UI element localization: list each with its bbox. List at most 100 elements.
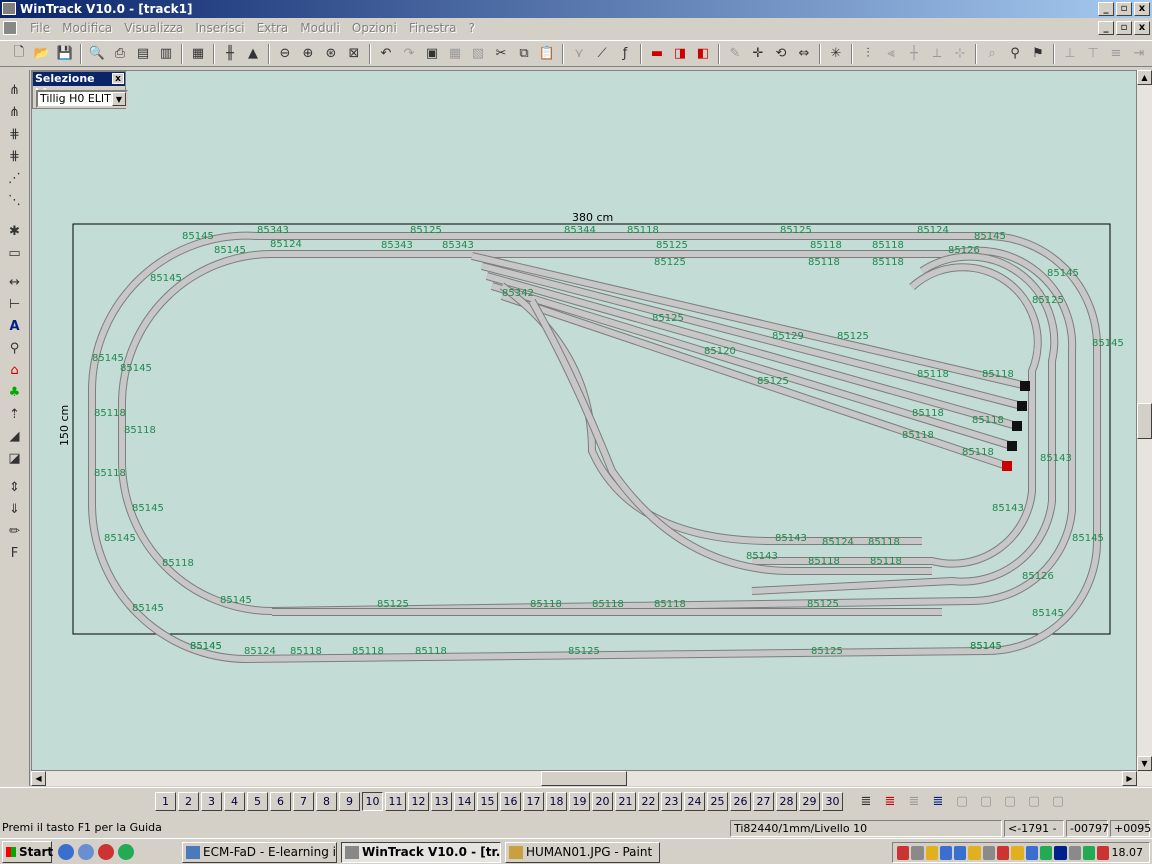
zoom-window-icon[interactable]: ⊛	[320, 43, 342, 65]
tray-icon[interactable]	[968, 845, 981, 860]
layers-stack-icon[interactable]: ≣	[927, 791, 949, 813]
scroll-up-arrow[interactable]: ▲	[1137, 70, 1152, 85]
print-preview-icon[interactable]: 🔍	[86, 43, 108, 65]
split-icon[interactable]: ┼	[903, 43, 925, 65]
menu-help[interactable]: ?	[462, 21, 480, 35]
mirror-icon[interactable]: ⇔	[793, 43, 815, 65]
tray-icon[interactable]	[1011, 845, 1024, 860]
layer-view3-icon[interactable]: ▢	[999, 791, 1021, 813]
layer-button[interactable]: 4	[224, 792, 245, 811]
doc-maximize-button[interactable]: ▫	[1116, 21, 1132, 35]
task-paint[interactable]: HUMAN01.JPG - Paint	[505, 842, 660, 863]
tool-terrain-icon[interactable]: ◢	[4, 426, 26, 447]
wintrack-app-icon[interactable]	[2, 2, 16, 15]
new-icon[interactable]: 🗋	[8, 43, 30, 65]
layer-button-active[interactable]: 10	[362, 792, 383, 811]
menu-visualizza[interactable]: Visualizza	[118, 21, 189, 35]
track-canvas[interactable]: 85145 85343 85125 85344 85118 85125 8512…	[31, 70, 1137, 771]
menu-file[interactable]: File	[24, 21, 56, 35]
signal2-icon[interactable]: ⚑	[1027, 43, 1049, 65]
layer-button[interactable]: 25	[707, 792, 728, 811]
layer-button[interactable]: 9	[339, 792, 360, 811]
layer-view5-icon[interactable]: ▢	[1047, 791, 1069, 813]
menu-modifica[interactable]: Modifica	[56, 21, 118, 35]
tool-height-icon[interactable]: ⇡	[4, 404, 26, 425]
media-icon[interactable]	[98, 843, 114, 860]
cut-icon[interactable]: ✂	[490, 43, 512, 65]
doc-minimize-button[interactable]: _	[1098, 21, 1114, 35]
layer-button[interactable]: 1	[155, 792, 176, 811]
track-layout-drawing[interactable]: 85145 85343 85125 85344 85118 85125 8512…	[32, 71, 1137, 771]
align-icon[interactable]: ⟂	[926, 43, 948, 65]
select-icon[interactable]: ✳	[825, 43, 847, 65]
switch-icon[interactable]: ⋎	[568, 43, 590, 65]
doc-close-button[interactable]: x	[1134, 21, 1150, 35]
layer-button[interactable]: 14	[454, 792, 475, 811]
zoom-all-icon[interactable]: ⊠	[343, 43, 365, 65]
layers-red-icon[interactable]: ≣	[879, 791, 901, 813]
close-button[interactable]: x	[1134, 2, 1150, 16]
layer-button[interactable]: 30	[822, 792, 843, 811]
print-icon[interactable]: ⎙	[109, 43, 131, 65]
snap-icon[interactable]: ⊹	[949, 43, 971, 65]
layer-button[interactable]: 23	[661, 792, 682, 811]
connect-icon[interactable]: ⫶	[857, 43, 879, 65]
tool-track6-icon[interactable]: ⋱	[4, 190, 26, 211]
redo-icon[interactable]: ↷	[398, 43, 420, 65]
block-red2-icon[interactable]: ◨	[669, 43, 691, 65]
tool-font-icon[interactable]: F	[4, 543, 26, 564]
menu-moduli[interactable]: Moduli	[294, 21, 346, 35]
vertical-scroll-thumb[interactable]	[1137, 403, 1152, 439]
chevron-down-icon[interactable]: ▼	[112, 92, 126, 106]
scroll-right-icon[interactable]: ⇥	[1128, 43, 1150, 65]
grid-icon[interactable]: ▦	[444, 43, 466, 65]
tray-icon[interactable]	[897, 845, 910, 860]
outlook-icon[interactable]	[78, 843, 94, 860]
block-red-icon[interactable]: ▬	[646, 43, 668, 65]
layers-icon[interactable]: ≣	[855, 791, 877, 813]
library-icon[interactable]: ▦	[187, 43, 209, 65]
tray-icon[interactable]	[925, 845, 938, 860]
tray-icon[interactable]	[911, 845, 924, 860]
task-ecm-fad[interactable]: ECM-FaD - E-learning in s...	[182, 842, 337, 863]
tool-paint-icon[interactable]: ✏	[4, 521, 26, 542]
edit-icon[interactable]: ✎	[724, 43, 746, 65]
zoom-out-icon[interactable]: ⊖	[274, 43, 296, 65]
menu-finestra[interactable]: Finestra	[403, 21, 463, 35]
ruler-icon[interactable]: ▧	[467, 43, 489, 65]
tool-dim2-icon[interactable]: ⊢	[4, 294, 26, 315]
tray-icon[interactable]	[939, 845, 953, 860]
flex-icon[interactable]: ƒ	[614, 43, 636, 65]
tray-icon[interactable]	[1054, 845, 1067, 860]
start-button[interactable]: Start	[2, 840, 53, 863]
tool-level-icon[interactable]: ⇕	[4, 477, 26, 498]
task-wintrack[interactable]: WinTrack V10.0 - [tr...	[341, 842, 501, 863]
tool-level2-icon[interactable]: ⇓	[4, 499, 26, 520]
layer-button[interactable]: 28	[776, 792, 797, 811]
layer-button[interactable]: 7	[293, 792, 314, 811]
block-red3-icon[interactable]: ◧	[692, 43, 714, 65]
layer-button[interactable]: 16	[500, 792, 521, 811]
tray-icon[interactable]	[1082, 845, 1096, 860]
tool-house-icon[interactable]: ⌂	[4, 360, 26, 381]
layer-button[interactable]: 6	[270, 792, 291, 811]
tool-point-icon[interactable]: ✱	[4, 221, 26, 242]
menu-inserisci[interactable]: Inserisci	[189, 21, 250, 35]
signal-icon[interactable]: ⚲	[1004, 43, 1026, 65]
printer-setup-icon[interactable]: ▤	[132, 43, 154, 65]
tray-icon[interactable]	[954, 845, 967, 860]
tool-track3-icon[interactable]: ⋕	[4, 124, 26, 145]
tray-icon[interactable]	[1025, 845, 1038, 860]
layer-button[interactable]: 11	[385, 792, 406, 811]
layer-button[interactable]: 24	[684, 792, 705, 811]
curve-icon[interactable]: ⟋	[591, 43, 613, 65]
move-icon[interactable]: ✛	[747, 43, 769, 65]
tool-tree-icon[interactable]: ♣	[4, 382, 26, 403]
menu-opzioni[interactable]: Opzioni	[346, 21, 403, 35]
clock[interactable]: 18.07	[1112, 846, 1144, 859]
layer-button[interactable]: 2	[178, 792, 199, 811]
properties-icon[interactable]: ▥	[155, 43, 177, 65]
ie-icon[interactable]	[58, 843, 74, 860]
layer-button[interactable]: 19	[569, 792, 590, 811]
palette-close-button[interactable]: x	[112, 73, 124, 84]
